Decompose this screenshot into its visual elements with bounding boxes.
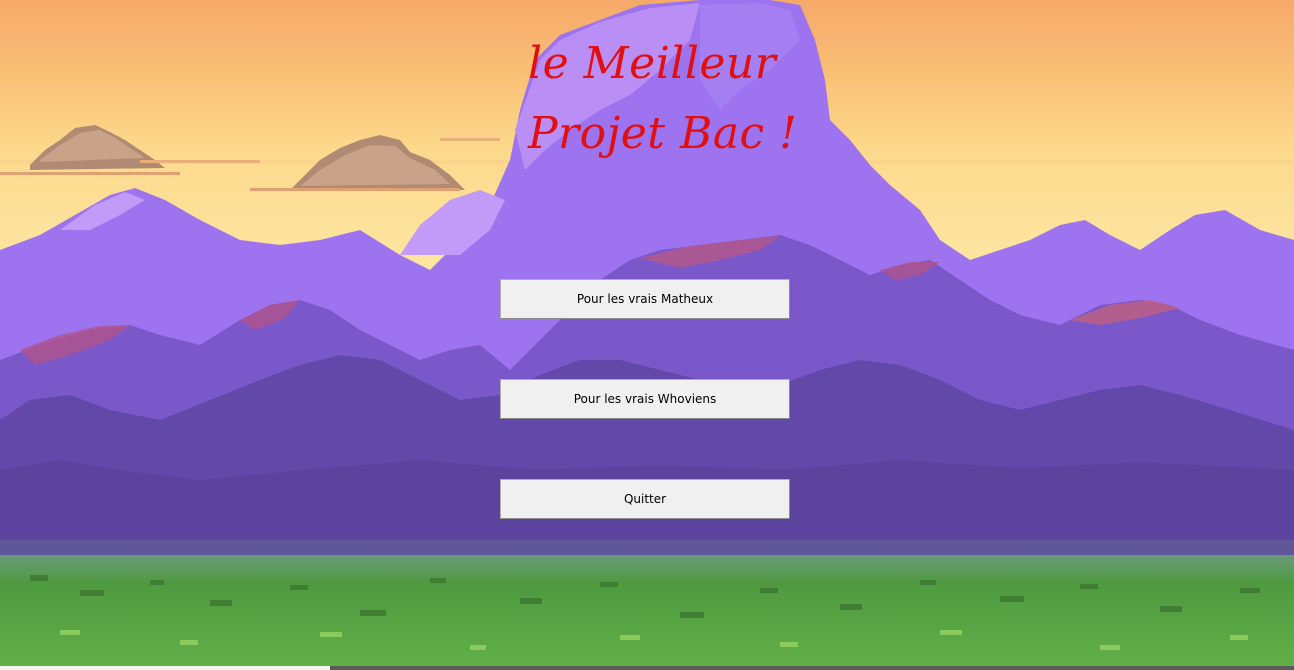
matheux-button[interactable]: Pour les vrais Matheux — [500, 279, 790, 319]
mountain-landscape-background — [0, 0, 1294, 670]
bottom-edge-strip-light — [0, 666, 330, 670]
bottom-edge-strip — [0, 666, 1294, 670]
app-window: le Meilleur Projet Bac ! Pour les vrais … — [0, 0, 1294, 670]
whoviens-button[interactable]: Pour les vrais Whoviens — [500, 379, 790, 419]
page-title-line-2: Projet Bac ! — [528, 108, 798, 159]
quit-button[interactable]: Quitter — [500, 479, 790, 519]
page-title-line-1: le Meilleur — [528, 38, 777, 89]
